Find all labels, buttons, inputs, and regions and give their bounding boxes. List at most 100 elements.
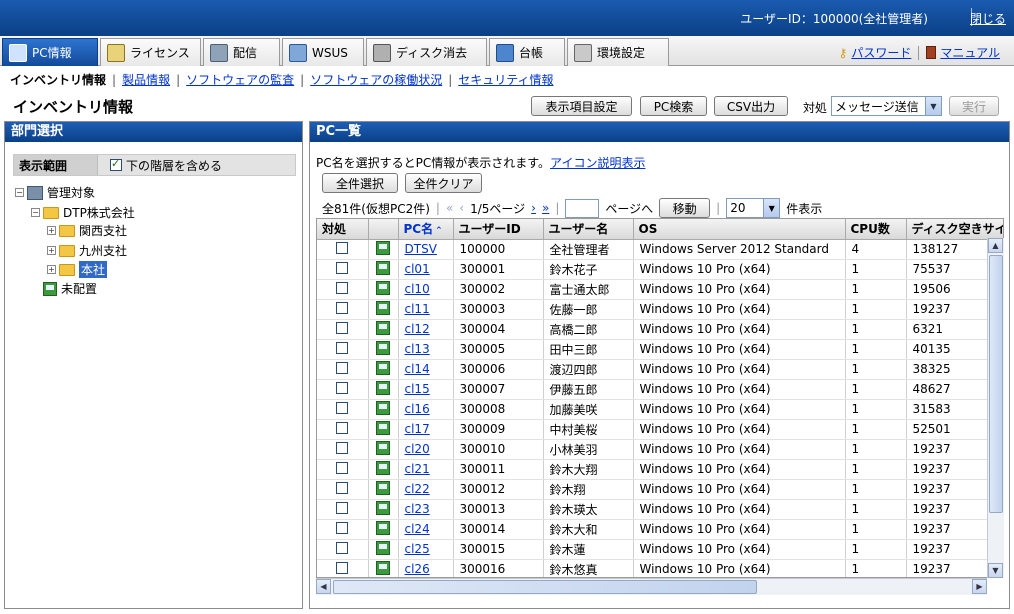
pc-name-link[interactable]: DTSV <box>405 242 437 256</box>
tab-pc-info[interactable]: PC情報 <box>2 38 98 66</box>
pc-name-link[interactable]: cl14 <box>405 362 430 376</box>
table-row[interactable]: cl15 300007 伊藤五郎 Windows 10 Pro (x64) 1 48627 <box>317 379 1003 400</box>
collapse-icon[interactable]: − <box>31 208 40 217</box>
pc-name-link[interactable]: cl01 <box>405 262 430 276</box>
pc-name-link[interactable]: cl17 <box>405 422 430 436</box>
horizontal-scroll-thumb[interactable] <box>333 580 757 594</box>
subnav-software-usage[interactable]: ソフトウェアの稼働状況 <box>310 73 442 87</box>
row-checkbox[interactable] <box>336 301 349 314</box>
scroll-down-icon[interactable]: ▼ <box>988 563 1003 578</box>
last-page-icon[interactable]: » <box>542 201 549 215</box>
pc-name-link[interactable]: cl20 <box>405 442 430 456</box>
col-user-name[interactable]: ユーザー名 <box>543 219 634 240</box>
row-checkbox[interactable] <box>336 261 349 274</box>
row-checkbox[interactable] <box>336 561 349 574</box>
pc-search-button[interactable]: PC検索 <box>640 96 707 116</box>
vertical-scrollbar[interactable]: ▲ ▼ <box>987 238 1004 578</box>
include-lower-checkbox[interactable] <box>110 157 122 171</box>
csv-output-button[interactable]: CSV出力 <box>714 96 788 116</box>
tree-node-company[interactable]: − DTP株式会社 <box>31 204 135 221</box>
table-row[interactable]: cl20 300010 小林美羽 Windows 10 Pro (x64) 1 19237 <box>317 439 1003 460</box>
scroll-left-icon[interactable]: ◀ <box>316 579 331 594</box>
manual-link[interactable]: マニュアル <box>940 44 1000 61</box>
tab-license[interactable]: ライセンス <box>100 38 201 66</box>
table-row[interactable]: cl24 300014 鈴木大和 Windows 10 Pro (x64) 1 19237 <box>317 519 1003 540</box>
pc-name-link[interactable]: cl11 <box>405 302 430 316</box>
page-number-input[interactable] <box>565 198 600 218</box>
move-button[interactable]: 移動 <box>659 198 711 218</box>
pc-name-link[interactable]: cl22 <box>405 482 430 496</box>
table-row[interactable]: cl21 300011 鈴木大翔 Windows 10 Pro (x64) 1 19237 <box>317 459 1003 480</box>
row-checkbox[interactable] <box>336 541 349 554</box>
pc-name-link[interactable]: cl15 <box>405 382 430 396</box>
row-checkbox[interactable] <box>336 341 349 354</box>
action-select[interactable]: メッセージ送信 ▼ <box>831 96 942 116</box>
first-page-icon[interactable]: « <box>446 201 453 215</box>
pc-name-link[interactable]: cl13 <box>405 342 430 356</box>
pc-name-link[interactable]: cl10 <box>405 282 430 296</box>
row-checkbox[interactable] <box>336 401 349 414</box>
col-cpu[interactable]: CPU数 <box>845 219 907 240</box>
clear-all-button[interactable]: 全件クリア <box>405 173 482 193</box>
pc-name-link[interactable]: cl21 <box>405 462 430 476</box>
pc-name-link[interactable]: cl16 <box>405 402 430 416</box>
tree-node-unassigned[interactable]: 未配置 <box>43 280 97 297</box>
row-checkbox[interactable] <box>336 421 349 434</box>
table-row[interactable]: cl14 300006 渡辺四郎 Windows 10 Pro (x64) 1 38325 <box>317 359 1003 380</box>
row-checkbox[interactable] <box>336 381 349 394</box>
row-checkbox[interactable] <box>336 481 349 494</box>
table-row[interactable]: cl01 300001 鈴木花子 Windows 10 Pro (x64) 1 75537 <box>317 259 1003 280</box>
tab-distribution[interactable]: 配信 <box>203 38 280 66</box>
row-checkbox[interactable] <box>336 501 349 514</box>
pc-name-link[interactable]: cl26 <box>405 562 430 576</box>
scroll-up-icon[interactable]: ▲ <box>988 238 1003 253</box>
col-user-id[interactable]: ユーザーID <box>453 219 544 240</box>
pc-name-link[interactable]: cl25 <box>405 542 430 556</box>
col-os[interactable]: OS <box>633 219 846 240</box>
table-row[interactable]: cl12 300004 高橋二郎 Windows 10 Pro (x64) 1 6321 <box>317 319 1003 340</box>
table-row[interactable]: cl13 300005 田中三郎 Windows 10 Pro (x64) 1 40135 <box>317 339 1003 360</box>
select-all-button[interactable]: 全件選択 <box>322 173 398 193</box>
expand-icon[interactable]: + <box>47 265 56 274</box>
row-checkbox[interactable] <box>336 281 349 294</box>
pc-name-link[interactable]: cl24 <box>405 522 430 536</box>
row-checkbox[interactable] <box>336 361 349 374</box>
row-checkbox[interactable] <box>336 441 349 454</box>
table-row[interactable]: cl25 300015 鈴木蓮 Windows 10 Pro (x64) 1 19237 <box>317 539 1003 560</box>
subnav-product-info[interactable]: 製品情報 <box>122 73 170 87</box>
tab-wsus[interactable]: WSUS <box>282 38 364 66</box>
vertical-scroll-thumb[interactable] <box>989 255 1003 513</box>
icon-help-link[interactable]: アイコン説明表示 <box>550 156 645 170</box>
table-row[interactable]: cl23 300013 鈴木瑛太 Windows 10 Pro (x64) 1 19237 <box>317 499 1003 520</box>
table-row[interactable]: cl26 300016 鈴木悠真 Windows 10 Pro (x64) 1 19237 <box>317 559 1003 577</box>
row-checkbox[interactable] <box>336 321 349 334</box>
row-checkbox[interactable] <box>336 461 349 474</box>
col-disk-free[interactable]: ディスク空きサイズ <box>906 219 1003 240</box>
table-row[interactable]: cl11 300003 佐藤一郎 Windows 10 Pro (x64) 1 19237 <box>317 299 1003 320</box>
table-row[interactable]: cl10 300002 富士通太郎 Windows 10 Pro (x64) 1 1950… <box>317 279 1003 300</box>
execute-button[interactable]: 実行 <box>949 96 999 116</box>
prev-page-icon[interactable]: ‹ <box>459 201 464 215</box>
table-row[interactable]: cl22 300012 鈴木翔 Windows 10 Pro (x64) 1 19237 <box>317 479 1003 500</box>
pc-name-link[interactable]: cl12 <box>405 322 430 336</box>
pc-name-link[interactable]: cl23 <box>405 502 430 516</box>
row-checkbox[interactable] <box>336 521 349 534</box>
close-link[interactable]: 閉じる <box>970 10 1006 27</box>
col-pc-name[interactable]: PC名 ⌃ <box>398 219 454 240</box>
tree-node-kansai[interactable]: + 関西支社 <box>47 222 127 239</box>
tree-node-kyushu[interactable]: + 九州支社 <box>47 242 127 259</box>
per-page-select[interactable]: 20 ▼ <box>726 198 781 218</box>
row-checkbox[interactable] <box>336 241 349 254</box>
scroll-right-icon[interactable]: ▶ <box>972 579 987 594</box>
tab-disk-erase[interactable]: ディスク消去 <box>366 38 487 66</box>
table-row[interactable]: DTSV 100000 全社管理者 Windows Server 2012 Stand… <box>317 239 1003 260</box>
subnav-software-audit[interactable]: ソフトウェアの監査 <box>186 73 294 87</box>
horizontal-scrollbar[interactable]: ◀ ▶ <box>316 578 987 595</box>
expand-icon[interactable]: + <box>47 226 56 235</box>
tab-settings[interactable]: 環境設定 <box>567 38 669 66</box>
tree-node-honsha[interactable]: + 本社 <box>47 261 108 278</box>
next-page-icon[interactable]: › <box>531 201 536 215</box>
password-link[interactable]: パスワード <box>851 44 911 61</box>
include-lower-option[interactable]: 下の階層を含める <box>110 157 222 174</box>
expand-icon[interactable]: + <box>47 246 56 255</box>
